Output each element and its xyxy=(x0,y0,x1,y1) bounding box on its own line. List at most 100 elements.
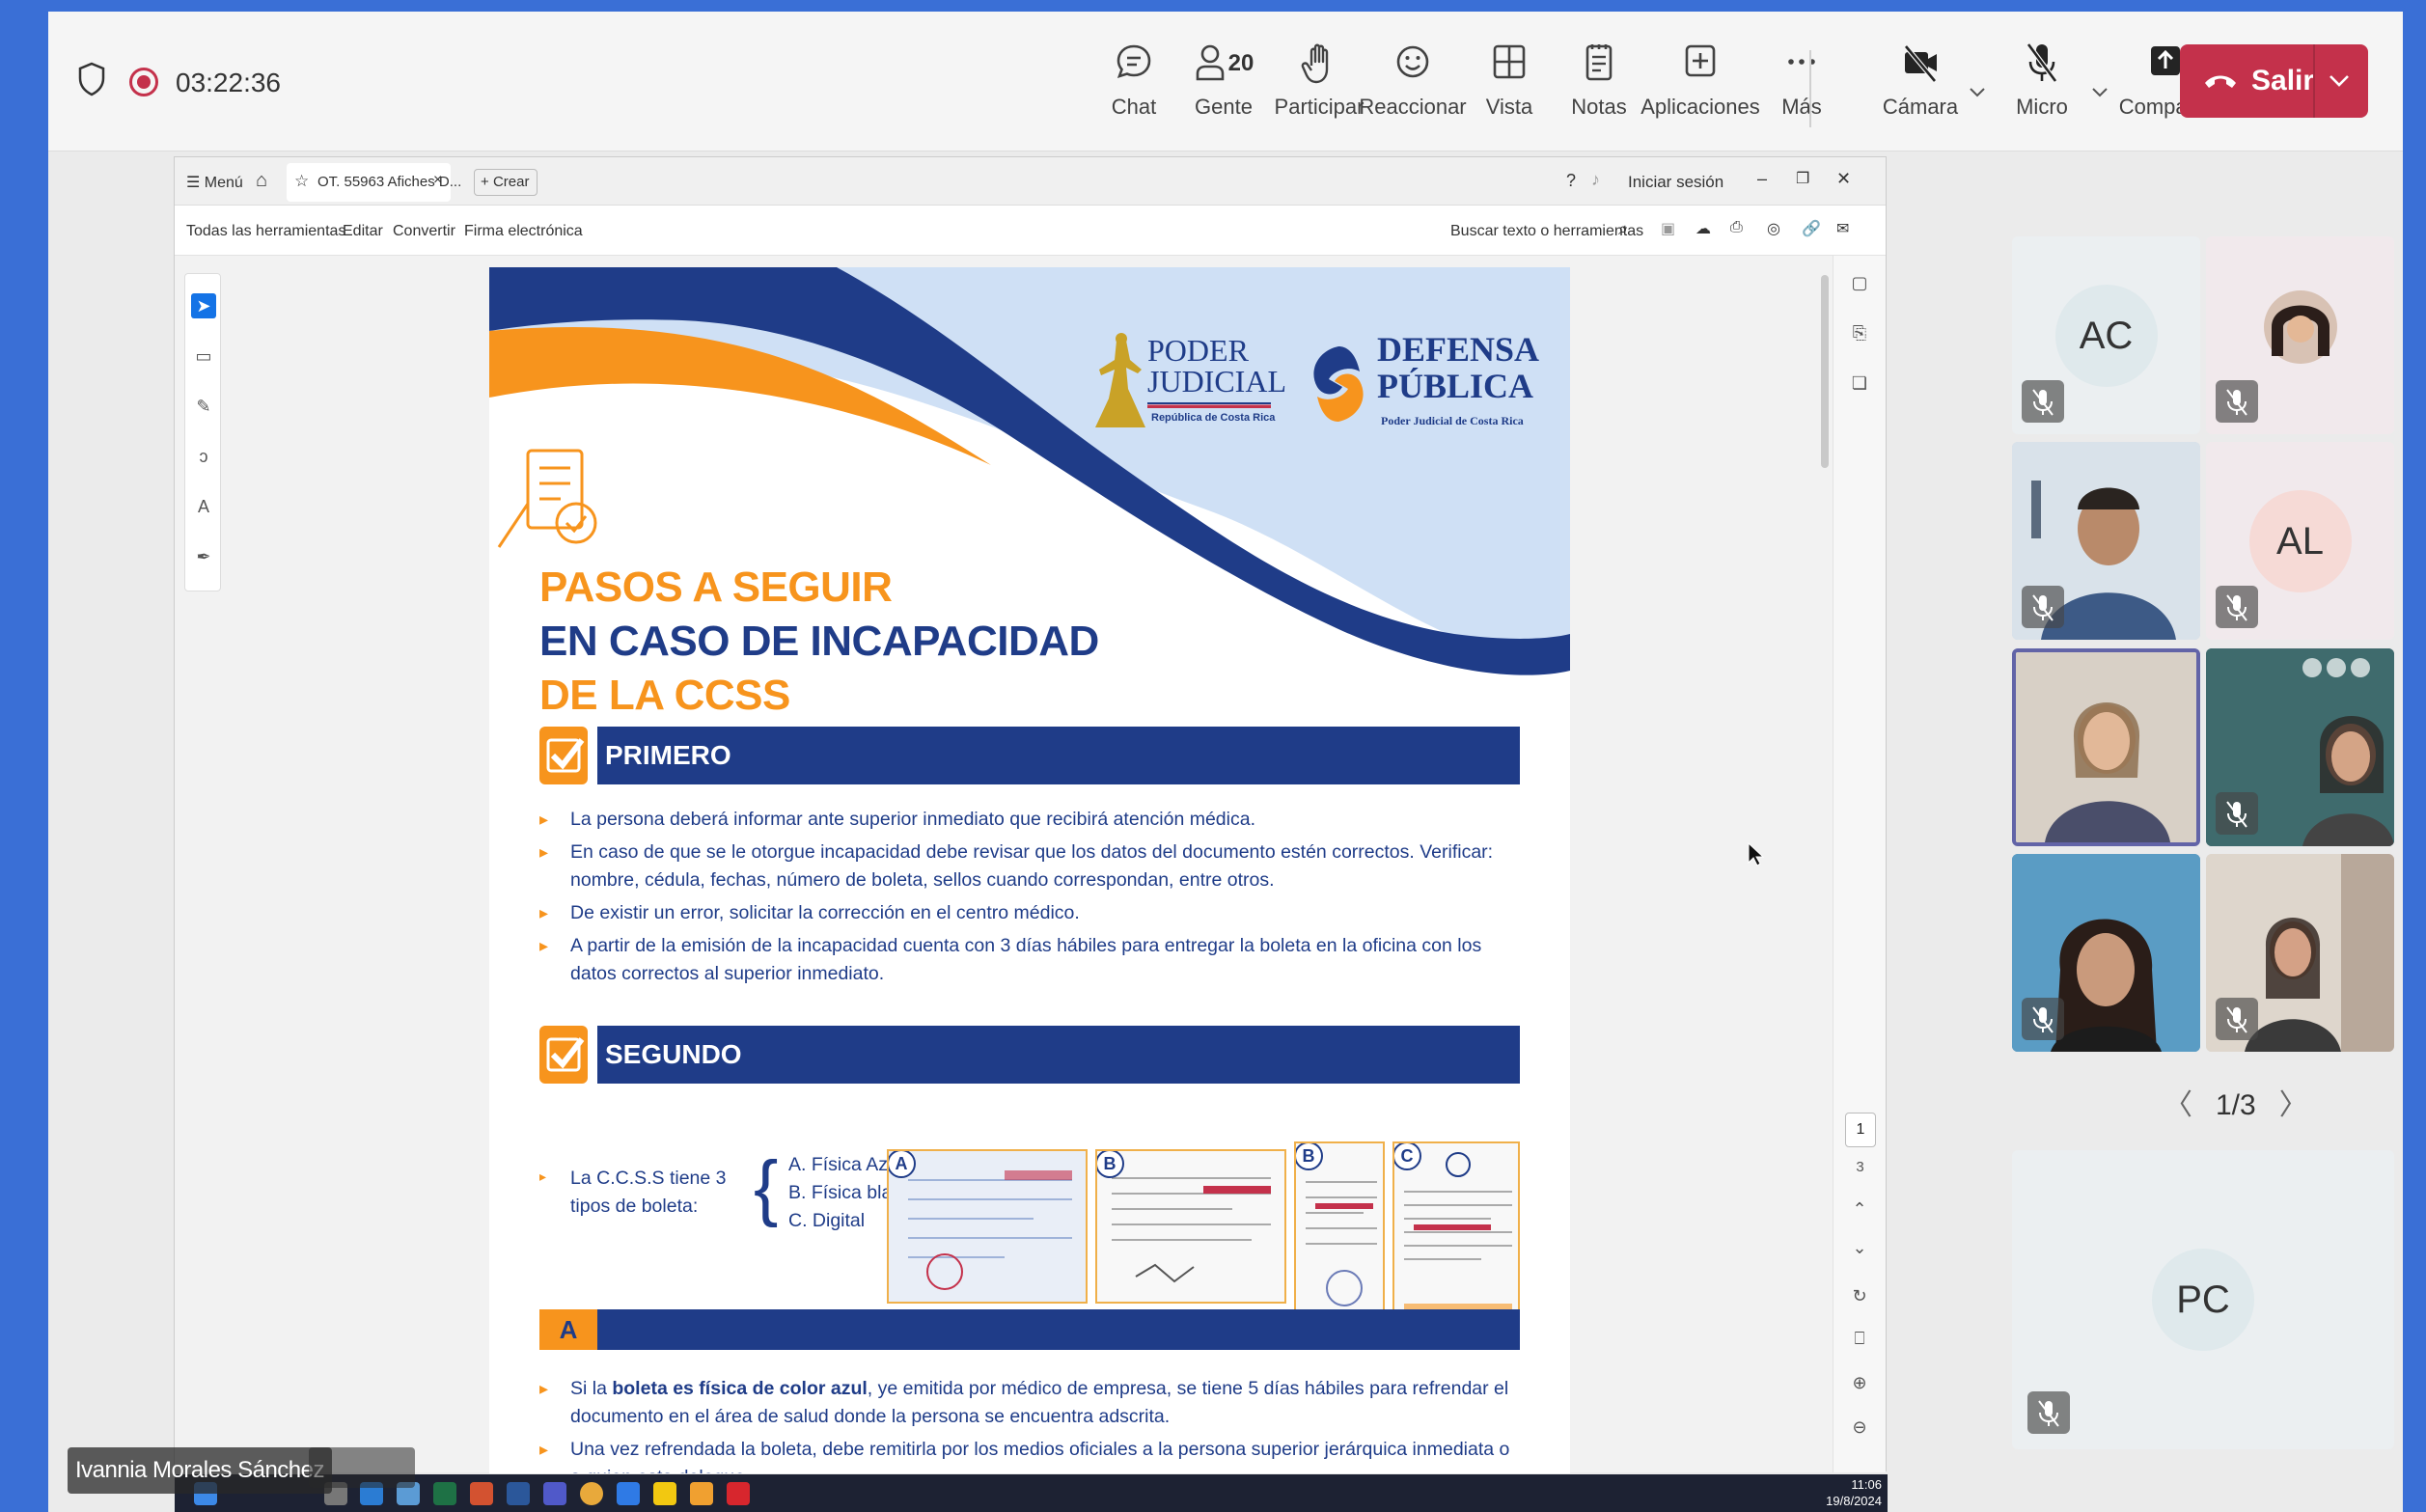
people-button[interactable]: 20 Gente xyxy=(1171,41,1277,120)
previous-page-chevron-icon[interactable]: 〈 xyxy=(2164,1089,2192,1121)
print-icon[interactable]: ⎙ xyxy=(1730,219,1743,236)
notes-button[interactable]: Notas xyxy=(1546,41,1652,120)
star-icon[interactable]: ☆ xyxy=(294,172,309,191)
share-icon xyxy=(2151,46,2180,75)
participant-tile-speaking[interactable] xyxy=(2012,648,2200,846)
list-item: Una vez refrendada la boleta, debe remit… xyxy=(539,1436,1520,1473)
boleta-a-image: A xyxy=(887,1149,1088,1304)
ai-assistant-icon[interactable]: ◎ xyxy=(1767,219,1780,238)
minimize-icon[interactable]: – xyxy=(1757,169,1767,189)
clock-time: 11:06 xyxy=(1851,1477,1882,1492)
react-button[interactable]: Reaccionar xyxy=(1359,41,1467,120)
leave-button[interactable]: Salir xyxy=(2180,44,2368,118)
sign-in-button[interactable]: Iniciar sesión xyxy=(1628,173,1723,192)
text-tool-icon[interactable]: A xyxy=(191,494,216,519)
section-segundo-title: SEGUNDO xyxy=(597,1026,1520,1084)
close-window-icon[interactable]: ✕ xyxy=(1836,169,1851,189)
defensa-publica-emblem-icon xyxy=(1313,346,1364,422)
scrollbar-thumb[interactable] xyxy=(1821,275,1829,468)
title-line3: DE LA CCSS xyxy=(539,672,790,719)
participant-tile-video[interactable] xyxy=(2206,854,2394,1052)
search-tools-field[interactable]: Buscar texto o herramientas xyxy=(1450,223,1643,240)
email-icon[interactable]: ✉ xyxy=(1836,219,1849,238)
camera-button[interactable]: Cámara xyxy=(1867,41,1973,120)
upload-cloud-icon[interactable]: ☁ xyxy=(1695,219,1711,238)
mouse-cursor-icon xyxy=(1748,841,1764,866)
participant-tile-video[interactable] xyxy=(2012,442,2200,640)
mic-off-icon xyxy=(2026,42,2058,83)
raise-hand-button[interactable]: Participar xyxy=(1266,41,1372,120)
comment-panel-icon[interactable]: ▢ xyxy=(1848,273,1871,296)
page-down-icon[interactable]: ⌄ xyxy=(1848,1238,1871,1261)
link-icon[interactable]: 🔗 xyxy=(1802,219,1821,238)
primero-bullet-list: La persona deberá informar ante superior… xyxy=(539,806,1520,993)
zoom-out-icon[interactable]: ⊖ xyxy=(1848,1417,1871,1441)
highlight-tool-icon[interactable]: ✎ xyxy=(191,394,216,419)
comment-tool-icon[interactable]: ▭ xyxy=(191,344,216,369)
participant-tile[interactable]: PC xyxy=(2012,1150,2394,1449)
acrobat-menu-label: Menú xyxy=(204,175,243,191)
presenter-controls[interactable] xyxy=(309,1447,415,1488)
participant-tile[interactable]: AC xyxy=(2012,236,2200,434)
bell-icon[interactable]: ♪ xyxy=(1591,170,1600,190)
save-icon[interactable]: ▣ xyxy=(1661,219,1675,238)
next-page-chevron-icon[interactable]: 〉 xyxy=(2279,1089,2308,1121)
close-tab-icon[interactable]: × xyxy=(433,172,442,189)
select-tool-icon[interactable]: ➤ xyxy=(191,293,216,318)
pages-panel-icon[interactable]: ❏ xyxy=(1848,373,1871,397)
home-icon[interactable]: ⌂ xyxy=(256,170,267,192)
zoom-in-icon[interactable]: ⊕ xyxy=(1848,1373,1871,1396)
defensa-publica-line1: DEFENSA xyxy=(1377,330,1540,369)
rotate-icon[interactable]: ↻ xyxy=(1848,1286,1871,1309)
teams-meeting-window: 03:22:36 Chat 20 Gente Participar Reacci… xyxy=(48,12,2403,1512)
page-number-field[interactable]: 1 xyxy=(1845,1113,1876,1147)
sign-tool-icon[interactable]: ✒ xyxy=(191,544,216,569)
taskbar-app-icon xyxy=(653,1482,676,1505)
search-icon[interactable]: ⌕ xyxy=(1618,219,1628,239)
page-fit-icon[interactable]: ⎕ xyxy=(1848,1329,1871,1352)
page-up-icon[interactable]: ⌃ xyxy=(1848,1199,1871,1223)
word-icon xyxy=(507,1482,530,1505)
restore-icon[interactable]: ❐ xyxy=(1796,169,1809,188)
document-scrollbar[interactable] xyxy=(1818,256,1832,1472)
title-line1: PASOS A SEGUIR xyxy=(539,564,893,611)
draw-tool-icon[interactable]: ↄ xyxy=(191,444,216,469)
excel-icon xyxy=(433,1482,456,1505)
document-tab[interactable]: ☆ OT. 55963 Afiches D... × xyxy=(287,163,461,202)
menu-convert[interactable]: Convertir xyxy=(393,223,455,240)
list-item: La persona deberá informar ante superior… xyxy=(539,806,1520,834)
participant-tile-video[interactable] xyxy=(2012,854,2200,1052)
meeting-toolbar: 03:22:36 Chat 20 Gente Participar Reacci… xyxy=(48,12,2403,151)
participant-tile-video[interactable] xyxy=(2206,648,2394,846)
participant-tile[interactable] xyxy=(2206,236,2394,434)
chat-icon xyxy=(1117,44,1151,79)
menu-all-tools[interactable]: Todas las herramientas xyxy=(186,223,345,240)
chat-label: Chat xyxy=(1111,95,1157,119)
bullet-marker: ▸ xyxy=(539,1168,547,1184)
mic-button[interactable]: Micro xyxy=(1989,41,2095,120)
title-line2: EN CASO DE INCAPACIDAD xyxy=(539,618,1099,665)
participant-tile[interactable]: AL xyxy=(2206,442,2394,640)
camera-options-chevron-down-icon[interactable] xyxy=(1969,83,1986,100)
avatar: AL xyxy=(2248,489,2352,592)
a-bullet1-bold: boleta es física de color azul xyxy=(612,1378,868,1399)
help-icon[interactable]: ? xyxy=(1566,171,1576,191)
meeting-timer: 03:22:36 xyxy=(176,68,281,97)
apps-button[interactable]: Aplicaciones xyxy=(1640,41,1760,120)
smiley-icon xyxy=(1396,45,1429,78)
avatar: AC xyxy=(2054,284,2158,387)
muted-mic-icon xyxy=(2216,792,2258,835)
create-button[interactable]: + Crear xyxy=(474,169,538,196)
leave-options-chevron-down-icon[interactable] xyxy=(2327,68,2352,93)
menu-edit[interactable]: Editar xyxy=(343,223,383,240)
more-button[interactable]: Más xyxy=(1749,41,1855,120)
thumb-label: B xyxy=(1296,1143,1323,1170)
flag-stripe xyxy=(1147,402,1271,408)
mic-options-chevron-down-icon[interactable] xyxy=(2091,83,2109,100)
menu-e-sign[interactable]: Firma electrónica xyxy=(464,223,583,240)
gallery-pager: 〈 1/3 〉 xyxy=(2152,1081,2320,1123)
acrobat-menu-button[interactable]: ☰ Menú xyxy=(186,173,243,192)
bookmark-panel-icon[interactable]: ⎘ xyxy=(1848,323,1871,346)
muted-mic-icon xyxy=(2216,998,2258,1040)
shield-icon xyxy=(78,62,105,96)
